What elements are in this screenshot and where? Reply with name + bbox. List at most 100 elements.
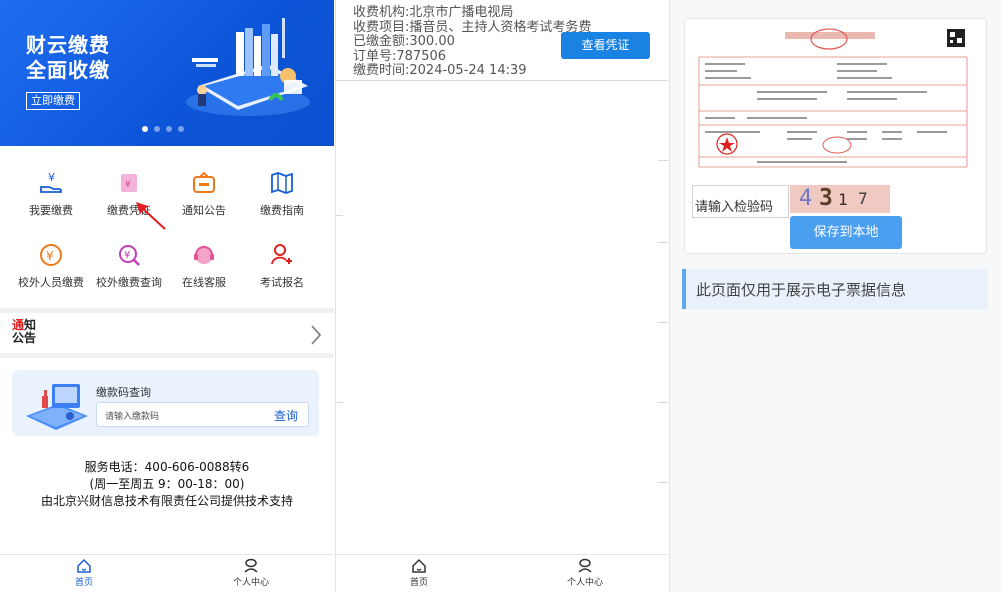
- yen-search-icon: ¥: [119, 245, 140, 266]
- order-amount: 已缴金额:300.00: [353, 34, 455, 49]
- payment-code-query-card: 缴款码查询 请输入缴款码 查询: [12, 370, 319, 436]
- grid-label: 考试报名: [260, 276, 304, 289]
- order-number: 订单号:787506: [353, 48, 447, 64]
- banner-title-line2: 全面收缴: [26, 58, 110, 82]
- grid-item-pay[interactable]: ¥ 我要缴费: [11, 170, 91, 218]
- edge-tick: [336, 402, 343, 403]
- svg-text:¥: ¥: [48, 171, 55, 184]
- yen-circle-icon: ¥: [40, 244, 62, 266]
- user-add-icon: [271, 244, 292, 265]
- grid-label: 我要缴费: [29, 204, 73, 217]
- info-text: 此页面仅用于展示电子票据信息: [696, 281, 907, 299]
- carousel-dot-1[interactable]: [142, 126, 148, 132]
- grid-label: 缴费指南: [260, 204, 304, 217]
- grid-label: 校外人员缴费: [18, 276, 84, 289]
- edge-tick: [658, 242, 668, 243]
- section-divider: [0, 353, 334, 358]
- notice-tag-red: 通: [12, 318, 25, 332]
- yen-hand-icon: ¥: [40, 171, 62, 193]
- edge-tick: [658, 322, 668, 323]
- grid-label: 校外缴费查询: [96, 276, 162, 289]
- payment-code-input[interactable]: 请输入缴款码 查询: [96, 402, 309, 427]
- tab-home-label: 首页: [409, 578, 428, 588]
- notice-tag-bottom: 公告: [12, 331, 37, 345]
- query-button[interactable]: 查询: [274, 407, 298, 424]
- home-icon: [412, 558, 426, 573]
- service-info: 服务电话：400-606-0088转6 (周一至周五 9：00-18：00) 由…: [0, 459, 334, 510]
- edge-tick: [658, 482, 668, 483]
- user-center-icon: [578, 558, 592, 573]
- query-illustration: [26, 384, 88, 430]
- tab-home[interactable]: 首页: [374, 558, 464, 588]
- order-time: 缴费时间:2024-05-24 14:39: [353, 63, 527, 78]
- user-center-icon: [244, 558, 258, 573]
- order-org: 收费机构:北京市广播电视局: [353, 5, 514, 20]
- carousel-dot-2[interactable]: [154, 126, 160, 132]
- captcha-char: 3: [819, 185, 833, 211]
- service-support: 由北京兴财信息技术有限责任公司提供技术支持: [40, 494, 293, 508]
- view-voucher-button[interactable]: 查看凭证: [561, 32, 650, 59]
- save-to-local-button[interactable]: 保存到本地: [790, 216, 902, 249]
- grid-item-external-query[interactable]: ¥ 校外缴费查询: [89, 242, 169, 290]
- payment-code-placeholder: 请输入缴款码: [105, 412, 160, 422]
- query-title: 缴款码查询: [96, 386, 151, 399]
- edge-tick: [658, 402, 668, 403]
- captcha-char: 1: [838, 190, 848, 209]
- grid-item-exam-signup[interactable]: 考试报名: [242, 242, 322, 290]
- edge-tick: [336, 215, 343, 216]
- grid-label: 在线客服: [182, 276, 226, 289]
- notice-box-icon: [193, 171, 215, 193]
- carousel-dots[interactable]: [142, 126, 184, 132]
- captcha-input[interactable]: 请输入检验码: [692, 185, 789, 218]
- order-details: 收费机构:北京市广播电视局 收费项目:播音员、主持人资格考试考务费 已缴金额:3…: [353, 5, 592, 79]
- banner-illustration: [186, 18, 310, 116]
- captcha-char: 4: [799, 186, 813, 211]
- tab-user-center[interactable]: 个人中心: [540, 558, 630, 588]
- headset-icon: [194, 246, 214, 264]
- promo-banner[interactable]: 财云缴费 全面收缴 立即缴费: [0, 0, 334, 146]
- order-divider: [336, 80, 668, 81]
- service-phone: 服务电话：400-606-0088转6: [84, 460, 250, 474]
- order-screen: 收费机构:北京市广播电视局 收费项目:播音员、主持人资格考试考务费 已缴金额:3…: [335, 0, 668, 592]
- home-screen: 财云缴费 全面收缴 立即缴费 ¥ 我要缴费 ¥ 缴费凭证 通知公告 缴费指南 ¥…: [0, 0, 334, 592]
- captcha-char: 7: [858, 189, 868, 208]
- map-guide-icon: [271, 172, 293, 194]
- tab-user-center-label: 个人中心: [232, 578, 269, 588]
- tab-home[interactable]: 首页: [39, 558, 129, 588]
- captcha-image[interactable]: 4 3 1 7: [790, 185, 890, 213]
- grid-label: 通知公告: [182, 204, 226, 217]
- carousel-dot-3[interactable]: [166, 126, 172, 132]
- order-item: 收费项目:播音员、主持人资格考试考务费: [353, 19, 592, 35]
- section-divider: [0, 308, 334, 313]
- pay-now-button[interactable]: 立即缴费: [26, 92, 80, 110]
- grid-item-online-service[interactable]: 在线客服: [164, 242, 244, 290]
- grid-item-external-pay[interactable]: ¥ 校外人员缴费: [11, 242, 91, 290]
- bottom-tab-bar: 首页 个人中心: [336, 554, 668, 592]
- svg-text:¥: ¥: [46, 249, 54, 263]
- notice-tag-top: 知: [24, 318, 37, 332]
- tab-home-label: 首页: [74, 578, 93, 588]
- tab-user-center-label: 个人中心: [566, 578, 603, 588]
- info-notice: 此页面仅用于展示电子票据信息: [682, 269, 988, 309]
- edge-tick: [658, 160, 668, 161]
- banner-title-line1: 财云缴费: [26, 33, 110, 57]
- tab-user-center[interactable]: 个人中心: [206, 558, 296, 588]
- svg-text:¥: ¥: [125, 180, 131, 190]
- notice-tag: 通知 公告: [12, 319, 36, 345]
- grid-item-guide[interactable]: 缴费指南: [242, 170, 322, 218]
- svg-text:¥: ¥: [124, 250, 130, 261]
- captcha-placeholder: 请输入检验码: [695, 200, 774, 215]
- e-ticket-card: 请输入检验码 4 3 1 7 保存到本地: [684, 18, 987, 254]
- grid-item-notice[interactable]: 通知公告: [164, 170, 244, 218]
- invoice-image[interactable]: [697, 27, 969, 172]
- notice-bar[interactable]: 通知 公告: [0, 315, 334, 353]
- ticket-screen: 请输入检验码 4 3 1 7 保存到本地 此页面仅用于展示电子票据信息: [669, 0, 1001, 592]
- receipt-icon: ¥: [121, 174, 137, 192]
- bottom-tab-bar: 首页 个人中心: [0, 554, 334, 592]
- service-hours: (周一至周五 9：00-18：00): [89, 477, 245, 491]
- home-icon: [77, 558, 91, 573]
- carousel-dot-4[interactable]: [178, 126, 184, 132]
- chevron-right-icon: [311, 325, 322, 345]
- banner-title: 财云缴费 全面收缴: [26, 33, 110, 83]
- annotation-arrow-icon: [136, 202, 166, 230]
